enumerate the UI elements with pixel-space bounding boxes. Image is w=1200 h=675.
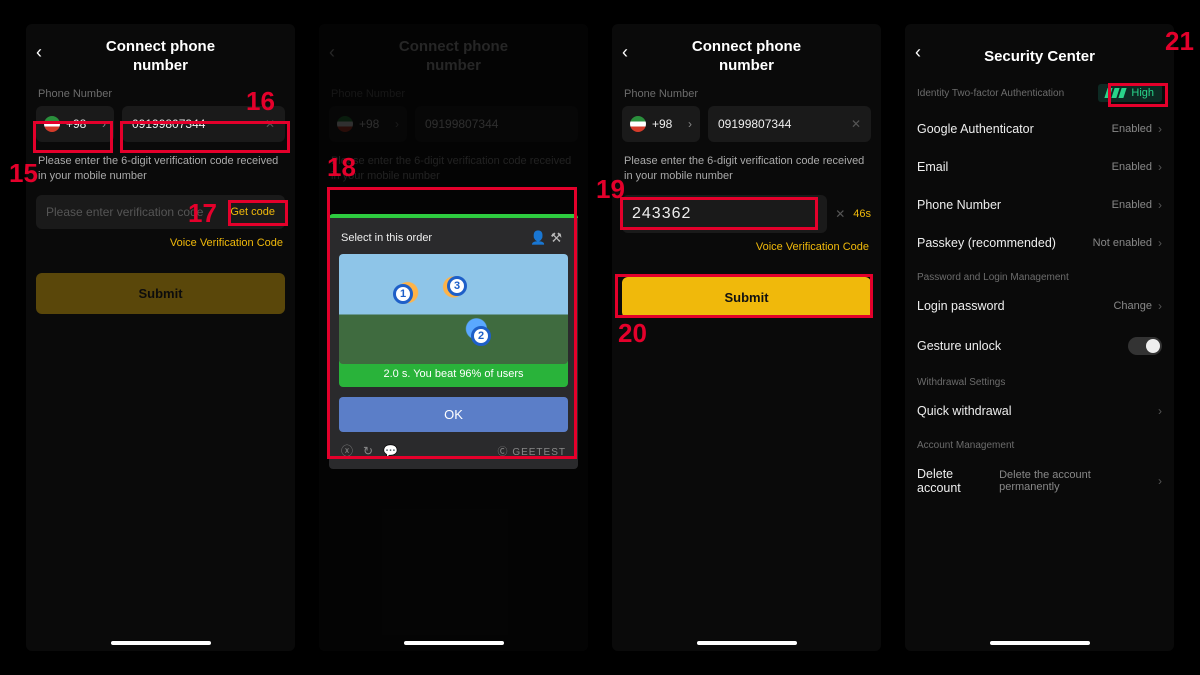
- chevron-right-icon: ›: [1158, 198, 1162, 212]
- chevron-right-icon: ›: [1158, 299, 1162, 313]
- page-title: Connect phone number: [36, 38, 285, 76]
- home-indicator: [697, 641, 797, 645]
- captcha-close-icon[interactable]: ⓧ: [341, 442, 353, 459]
- country-code-selector[interactable]: +98 ›: [622, 106, 700, 142]
- auth-method-row[interactable]: EmailEnabled›: [905, 148, 1174, 186]
- captcha-instruction: Select in this order: [341, 232, 432, 244]
- clear-icon[interactable]: ✕: [851, 117, 861, 131]
- code-value: 243362: [632, 205, 691, 222]
- delete-account-row[interactable]: Delete account Delete the account perman…: [905, 455, 1174, 507]
- captcha-refresh-icon[interactable]: ↻: [363, 444, 373, 458]
- captcha-modal: Select in this order 👤⚒ 1 3 2 2.0 s. You…: [329, 214, 578, 469]
- captcha-marker-1: 1: [393, 284, 413, 304]
- clear-icon[interactable]: ✕: [835, 207, 845, 221]
- verification-code-input[interactable]: Please enter verification code Get code: [36, 195, 285, 229]
- section-account-label: Account Management: [905, 430, 1174, 455]
- chevron-right-icon: ›: [1158, 474, 1162, 488]
- captcha-feedback-icon[interactable]: 💬: [383, 444, 398, 458]
- screen-connect-phone-empty: ‹ Connect phone number Phone Number +98 …: [26, 24, 295, 651]
- security-level-badge: High: [1098, 84, 1162, 102]
- submit-button[interactable]: Submit: [36, 273, 285, 314]
- toggle-switch[interactable]: [1128, 337, 1162, 355]
- instruction-text: Please enter the 6-digit verification co…: [26, 142, 295, 195]
- phone-number-input[interactable]: 09199807344 ✕: [708, 106, 871, 142]
- captcha-ok-button[interactable]: OK: [339, 397, 568, 432]
- gesture-unlock-row[interactable]: Gesture unlock: [905, 325, 1174, 367]
- country-code-selector[interactable]: +98 ›: [36, 106, 114, 142]
- voice-verification-link[interactable]: Voice Verification Code: [26, 229, 295, 249]
- home-indicator: [990, 641, 1090, 645]
- chevron-right-icon: ›: [102, 117, 106, 131]
- instruction-text: Please enter the 6-digit verification co…: [612, 142, 881, 195]
- auth-method-row[interactable]: Phone NumberEnabled›: [905, 186, 1174, 224]
- code-placeholder: Please enter verification code: [46, 205, 203, 219]
- captcha-image[interactable]: 1 3 2: [339, 254, 568, 364]
- clear-icon[interactable]: ✕: [265, 117, 275, 131]
- section-2fa-label: Identity Two-factor Authentication: [917, 88, 1064, 99]
- auth-method-row[interactable]: Google AuthenticatorEnabled›: [905, 110, 1174, 148]
- chevron-right-icon: ›: [1158, 160, 1162, 174]
- home-indicator: [404, 641, 504, 645]
- voice-verification-link[interactable]: Voice Verification Code: [612, 233, 881, 253]
- quick-withdrawal-row[interactable]: Quick withdrawal ›: [905, 392, 1174, 430]
- phone-label: Phone Number: [612, 84, 881, 106]
- page-title: Connect phone number: [622, 38, 871, 76]
- section-password-label: Password and Login Management: [905, 262, 1174, 287]
- phone-number-input[interactable]: 09199807344 ✕: [122, 106, 285, 142]
- get-code-button[interactable]: Get code: [230, 206, 275, 218]
- phone-label: Phone Number: [26, 84, 295, 106]
- captcha-result-banner: 2.0 s. You beat 96% of users: [339, 361, 568, 387]
- home-indicator: [111, 641, 211, 645]
- submit-button[interactable]: Submit: [622, 277, 871, 318]
- screen-captcha: ‹ Connect phone number Phone Number +98 …: [319, 24, 588, 651]
- phone-number-value: 09199807344: [132, 117, 205, 131]
- chevron-right-icon: ›: [688, 117, 692, 131]
- chevron-right-icon: ›: [1158, 236, 1162, 250]
- login-password-row[interactable]: Login password Change ›: [905, 287, 1174, 325]
- page-title: Security Center: [915, 48, 1164, 67]
- chevron-right-icon: ›: [1158, 404, 1162, 418]
- captcha-marker-2: 2: [471, 326, 491, 346]
- captcha-brand: Ⓒ GEETEST: [498, 443, 566, 458]
- back-icon[interactable]: ‹: [915, 42, 921, 63]
- screen-security-center: ‹ Security Center Identity Two-factor Au…: [905, 24, 1174, 651]
- auth-method-row[interactable]: Passkey (recommended)Not enabled›: [905, 224, 1174, 262]
- captcha-marker-3: 3: [447, 276, 467, 296]
- back-icon[interactable]: ‹: [622, 42, 628, 63]
- country-code: +98: [66, 117, 86, 131]
- chevron-right-icon: ›: [1158, 122, 1162, 136]
- verification-code-input[interactable]: 243362: [622, 195, 827, 233]
- screen-connect-phone-filled: ‹ Connect phone number Phone Number +98 …: [612, 24, 881, 651]
- back-icon[interactable]: ‹: [36, 42, 42, 63]
- flag-icon: [630, 116, 646, 132]
- flag-icon: [44, 116, 60, 132]
- captcha-tool-icons: 👤⚒: [530, 230, 566, 246]
- countdown-timer: 46s: [853, 208, 871, 220]
- section-withdrawal-label: Withdrawal Settings: [905, 367, 1174, 392]
